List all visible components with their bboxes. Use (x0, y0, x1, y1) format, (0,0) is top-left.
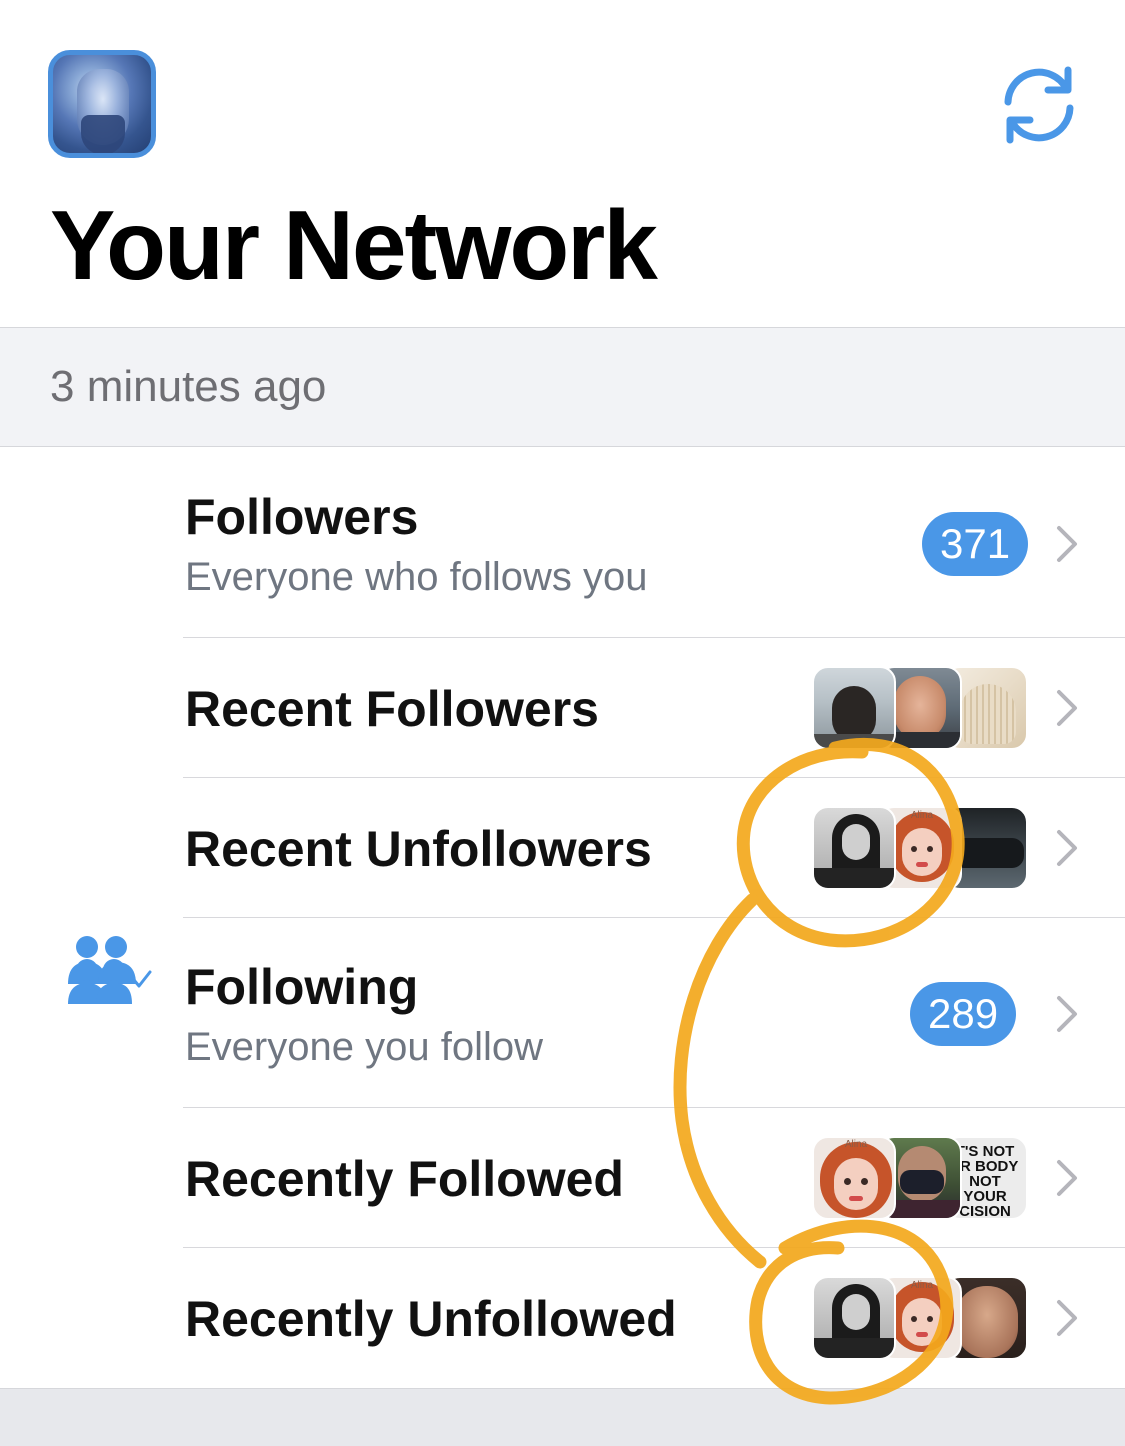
avatar-beard (81, 115, 125, 153)
list-item-recent-unfollowers[interactable]: Recent Unfollowers Alina (0, 778, 1125, 918)
list-item-recently-unfollowed[interactable]: Recently Unfollowed Alina (0, 1248, 1125, 1388)
bw-longhair-man-thumb (812, 806, 896, 890)
header: Your Network (0, 0, 1125, 328)
last-updated-text: 3 minutes ago (50, 362, 327, 411)
chevron-right-icon (1057, 1300, 1077, 1336)
avatar-stack: Alina (812, 1276, 1030, 1360)
row-subtitle: Everyone you follow (185, 1025, 543, 1069)
row-title: Recent Unfollowers (185, 821, 652, 877)
row-title: Recently Unfollowed (185, 1291, 677, 1347)
chevron-right-icon (1057, 996, 1077, 1032)
count-badge: 371 (922, 512, 1029, 576)
chevron-right-icon (1057, 690, 1077, 726)
row-subtitle: Everyone who follows you (185, 555, 648, 599)
list-item-following[interactable]: Following Everyone you follow 289 (0, 918, 1125, 1108)
row-title: Following (185, 959, 419, 1015)
chevron-right-icon (1057, 526, 1077, 562)
chevron-right-icon (1057, 830, 1077, 866)
dark-selfie-thumb (812, 666, 896, 750)
list-item-followers[interactable]: Followers Everyone who follows you 371 (0, 448, 1125, 984)
list-item-recent-followers[interactable]: Recent Followers (0, 638, 1125, 778)
row-title: Recent Followers (185, 681, 599, 737)
following-icon (68, 959, 152, 1004)
count-badge: 289 (910, 982, 1017, 1046)
last-updated-bar: 3 minutes ago (0, 327, 1125, 447)
footer-band (0, 1388, 1125, 1446)
thumb-caption: Alina (844, 1139, 868, 1150)
chevron-right-icon (1057, 1160, 1077, 1196)
page-title: Your Network (50, 190, 658, 300)
avatar-stack: Alina (812, 806, 1030, 890)
avatar-stack: T'S NOT JR BODY NOT YOUR CISION Alina (812, 1136, 1030, 1220)
avatar-stack (812, 666, 1030, 750)
row-title: Recently Followed (185, 1151, 624, 1207)
row-title: Followers (185, 489, 419, 545)
list-item-recently-followed[interactable]: Recently Followed T'S NOT JR BODY NOT YO… (0, 1108, 1125, 1248)
refresh-icon[interactable] (996, 62, 1082, 148)
bw-longhair-man-thumb (812, 1276, 896, 1360)
cartoon-redhead-thumb: Alina (812, 1136, 896, 1220)
profile-avatar[interactable] (48, 50, 156, 158)
